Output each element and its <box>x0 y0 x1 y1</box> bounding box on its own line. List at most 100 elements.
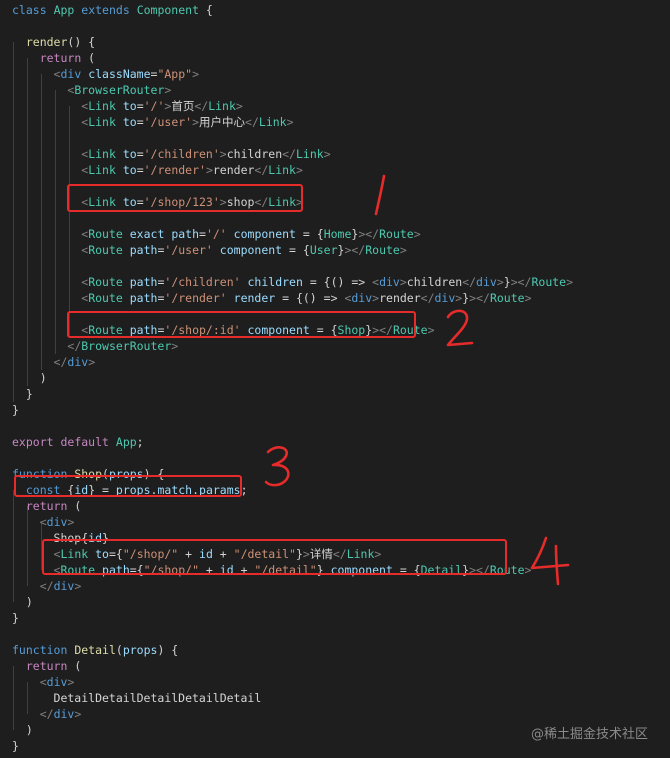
annotation-number-3 <box>264 446 290 487</box>
code-token: '/render' <box>143 163 206 177</box>
code-line: <div> <box>12 674 75 690</box>
code-token: = <box>136 147 144 161</box>
code-line: ) <box>12 370 47 386</box>
code-token: ) <box>12 723 33 737</box>
code-line: </BrowserRouter> <box>12 338 178 354</box>
code-token: Route <box>88 243 123 257</box>
code-token: ( <box>67 499 82 513</box>
code-token: { <box>199 3 213 17</box>
code-token: Route <box>88 275 123 289</box>
code-line: <BrowserRouter> <box>12 82 171 98</box>
code-line: } <box>12 386 33 402</box>
code-token: > <box>524 291 532 305</box>
code-token: = {() => <box>275 291 345 305</box>
code-token: class <box>12 3 47 17</box>
code-line: </div> <box>12 578 82 594</box>
code-line: DetailDetailDetailDetailDetail <box>12 690 262 706</box>
code-token: div <box>60 67 82 81</box>
code-line: </div> <box>12 354 96 370</box>
code-token: div <box>476 275 497 289</box>
code-token: Link <box>268 163 296 177</box>
code-token: to <box>122 99 137 113</box>
annotation-number-1 <box>374 174 386 216</box>
code-editor[interactable]: class App extends Component { render() {… <box>0 0 670 758</box>
code-line: render() { <box>12 34 95 50</box>
code-token: Route <box>365 243 400 257</box>
code-token: > <box>286 115 294 129</box>
code-token: = <box>136 115 144 129</box>
code-token: Link <box>88 115 116 129</box>
code-token: return <box>39 51 82 65</box>
code-token: > <box>399 275 407 289</box>
code-token: BrowserRouter <box>74 83 165 97</box>
code-line: ) <box>12 594 33 610</box>
code-token: Route <box>88 227 123 241</box>
code-token: '/children' <box>164 275 241 289</box>
code-token: ></ <box>344 243 366 257</box>
code-token: div <box>67 355 89 369</box>
code-token: to <box>122 115 137 129</box>
code-token: ) { <box>157 643 179 657</box>
code-token: </ <box>39 579 54 593</box>
code-token: </ <box>254 163 269 177</box>
code-token: '/user' <box>164 243 213 257</box>
code-token: ></ <box>358 227 380 241</box>
code-token: < <box>39 675 47 689</box>
code-token: return <box>25 659 68 673</box>
code-token: ( <box>115 643 123 657</box>
code-token: > <box>192 115 200 129</box>
code-token: < <box>39 515 47 529</box>
code-token: export <box>12 435 54 449</box>
code-line: <Link to='/'>首页</Link> <box>12 98 243 114</box>
code-token: div <box>46 675 68 689</box>
code-token: ></ <box>510 275 532 289</box>
code-token: path <box>129 243 158 257</box>
code-token: '/render' <box>164 291 227 305</box>
code-token: > <box>88 355 96 369</box>
code-token: Route <box>88 291 123 305</box>
code-line: } <box>12 402 19 418</box>
code-token: to <box>122 163 137 177</box>
code-token: "App" <box>157 67 193 81</box>
code-line: </div> <box>12 706 82 722</box>
code-token: Link <box>88 99 116 113</box>
code-token: } <box>12 403 19 417</box>
code-token: render <box>212 163 255 177</box>
code-token: > <box>399 243 407 257</box>
code-token: > <box>74 579 82 593</box>
code-token: children <box>247 275 303 289</box>
code-token: path <box>129 291 158 305</box>
code-token: = { <box>282 243 310 257</box>
code-token: } <box>12 387 33 401</box>
code-token: Link <box>208 99 236 113</box>
code-token: } <box>503 275 511 289</box>
code-token: </ <box>194 99 209 113</box>
code-token: function <box>12 643 68 657</box>
code-token: 首页 <box>171 99 195 113</box>
highlight-box-nested-route <box>42 539 507 575</box>
code-token: div <box>53 579 75 593</box>
code-token: > <box>67 675 75 689</box>
code-token: > <box>219 147 227 161</box>
